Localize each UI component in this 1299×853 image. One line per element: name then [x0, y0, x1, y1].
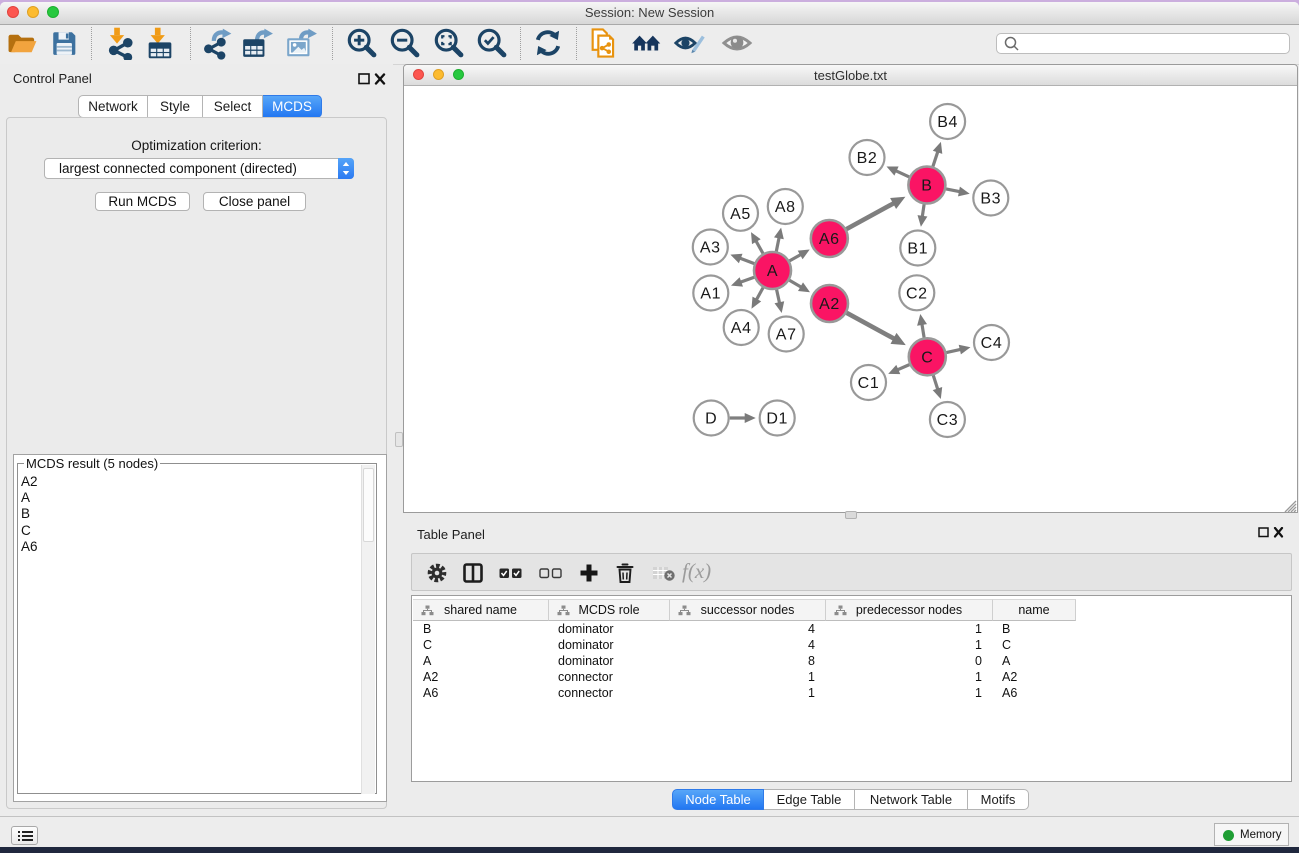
svg-text:D1: D1 — [766, 411, 788, 428]
svg-text:A: A — [767, 263, 778, 280]
svg-text:A2: A2 — [819, 296, 840, 313]
svg-text:A3: A3 — [700, 240, 721, 257]
svg-text:B: B — [921, 178, 932, 195]
svg-text:D: D — [705, 411, 717, 428]
svg-text:C1: C1 — [858, 375, 880, 392]
svg-text:A8: A8 — [775, 199, 796, 216]
svg-text:A6: A6 — [819, 231, 840, 248]
svg-text:C2: C2 — [906, 285, 928, 302]
svg-text:B1: B1 — [907, 241, 928, 258]
svg-text:B2: B2 — [857, 150, 878, 167]
svg-text:A4: A4 — [731, 320, 752, 337]
svg-text:A5: A5 — [730, 206, 751, 223]
svg-text:B4: B4 — [937, 114, 958, 131]
svg-text:A1: A1 — [700, 286, 721, 303]
svg-text:C4: C4 — [981, 335, 1003, 352]
svg-text:A7: A7 — [776, 327, 797, 344]
svg-text:C3: C3 — [937, 412, 959, 429]
svg-text:B3: B3 — [980, 191, 1001, 208]
svg-text:C: C — [921, 349, 933, 366]
